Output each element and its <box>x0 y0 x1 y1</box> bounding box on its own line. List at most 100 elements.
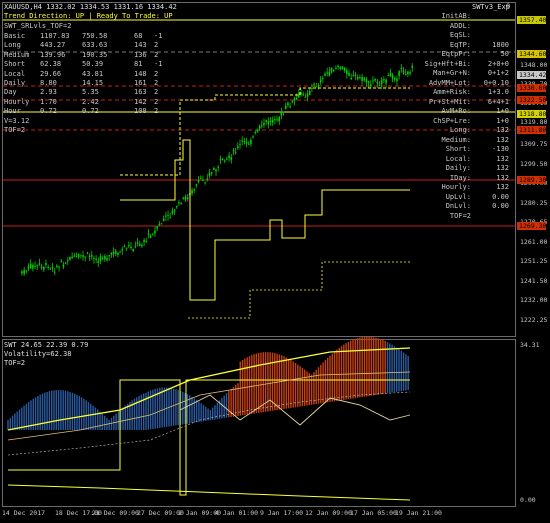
candle-body <box>62 264 65 267</box>
candle-body <box>49 268 52 270</box>
sub-lower-envelope <box>7 484 411 501</box>
info-row: EqtpPr: 50 <box>0 50 515 59</box>
candle-body <box>143 239 145 243</box>
info-row: AdvMM+Lot: 0+0.10 <box>0 79 515 88</box>
candle-body <box>160 223 163 225</box>
candle-body <box>58 266 60 268</box>
info-value: 0+1+2 <box>487 69 509 77</box>
candle-body <box>119 251 121 253</box>
volatility-label: Volatility=62.38 <box>4 350 72 358</box>
info-row: Pr+St+Mit: 6+4+1 <box>0 98 515 107</box>
lower-band-dashed-line <box>188 261 410 319</box>
info-label: ADDL: <box>449 21 471 30</box>
info-value: 132 <box>496 126 509 134</box>
info-value: 132 <box>496 154 509 163</box>
time-tick: 12 Jan 09:00 <box>305 509 352 517</box>
price-tick: 1299.50 <box>520 159 548 168</box>
info-row: ChSP+Lre: 1+0 <box>0 117 515 126</box>
candle-body <box>27 266 30 269</box>
info-row: Daily: 132 <box>0 164 515 173</box>
info-row: Short: -130 <box>0 145 515 154</box>
info-value: 0.00 <box>492 202 509 210</box>
info-label: ChSP+Lre: <box>433 116 471 125</box>
candle-body <box>121 249 124 251</box>
candle-body <box>152 234 154 236</box>
info-row: Amm+Risk: 1+3.0 <box>0 88 515 97</box>
candle-body <box>53 271 56 273</box>
time-tick: 19 Jan 21:00 <box>395 509 442 517</box>
info-value: 1+0 <box>496 116 509 125</box>
info-row: IDay: 132 <box>0 174 515 183</box>
info-label: Pr+St+Mit: <box>428 97 471 106</box>
candle-body <box>99 256 102 261</box>
time-tick: 4 Jan 01:00 <box>215 509 259 517</box>
candle-body <box>93 257 95 259</box>
candle-body <box>138 243 141 246</box>
candle-body <box>130 246 132 249</box>
candle-body <box>106 258 108 261</box>
time-axis: 14 Dec 2017 18 Dec 17:00 21 Dec 09:00 27 De… <box>0 509 550 521</box>
info-label: Man+Gr+N: <box>433 69 471 77</box>
time-tick: 27 Dec 09:00 <box>137 509 184 517</box>
info-value: 6+4+1 <box>487 97 509 106</box>
info-label: AvM+Ro: <box>441 107 471 115</box>
candle-body <box>101 257 104 259</box>
info-value: 132 <box>496 135 509 144</box>
candle-body <box>147 233 150 235</box>
info-row: EqTP: 1800 <box>0 41 515 50</box>
info-row: ADDL: <box>0 22 515 31</box>
price-tag: 1318.80 <box>517 110 547 118</box>
candle-body <box>80 254 82 256</box>
candle-body <box>23 269 25 274</box>
candle-body <box>90 255 93 257</box>
info-row: Man+Gr+N: 0+1+2 <box>0 69 515 78</box>
info-label: EqtpPr: <box>441 50 471 58</box>
price-tag: 1289.30 <box>517 176 547 184</box>
info-label: Hourly: <box>441 183 471 191</box>
info-label: InitAB: <box>441 12 471 20</box>
candle-body <box>47 267 49 269</box>
candle-body <box>73 255 76 257</box>
candle-body <box>132 248 134 251</box>
candle-body <box>154 230 156 234</box>
info-value: 132 <box>496 164 509 172</box>
candle-body <box>71 256 73 259</box>
info-label: EqSL: <box>449 31 471 39</box>
info-value: 2+0+0 <box>487 59 509 68</box>
info-value: 50 <box>500 50 509 58</box>
info-row: DnLvl: 0.00 <box>0 202 515 211</box>
price-tick: 1261.00 <box>520 238 548 247</box>
candle-body <box>117 252 119 256</box>
candle-body <box>56 265 58 268</box>
sub-tof-label: TOF=2 <box>4 359 26 367</box>
info-row: AvM+Ro: 1+0 <box>0 107 515 116</box>
sub-title-line: SWT 24.65 22.39 0.79 <box>4 341 89 349</box>
info-value: -130 <box>492 145 509 153</box>
candle-body <box>34 266 36 268</box>
price-tick: 1309.75 <box>520 139 548 148</box>
time-tick: 21 Dec 09:00 <box>92 509 139 517</box>
time-tick: 17 Jan 05:00 <box>350 509 397 517</box>
candle-body <box>156 226 158 229</box>
info-value: 0+0.10 <box>483 78 509 87</box>
info-label: Medium: <box>441 135 471 144</box>
candle-body <box>95 258 97 260</box>
info-value: 132 <box>496 183 509 191</box>
candle-body <box>21 271 23 274</box>
info-row: Local: 132 <box>0 155 515 164</box>
candle-body <box>69 256 71 261</box>
price-tick: 1348.00 <box>520 61 548 70</box>
price-tag: 1322.50 <box>517 96 547 104</box>
time-tick: 14 Dec 2017 <box>2 509 46 517</box>
candle-body <box>104 256 106 260</box>
candle-body <box>84 256 87 258</box>
candle-body <box>136 242 139 244</box>
candle-body <box>112 251 115 255</box>
price-tag: 1311.80 <box>517 126 547 134</box>
symbol-ohlc-line: XAUUSD,H4 1332.02 1334.53 1331.16 1334.4… <box>4 3 177 11</box>
candle-body <box>36 265 39 267</box>
candle-body <box>149 235 152 238</box>
info-value: 0.00 <box>492 192 509 201</box>
price-tick: 1251.25 <box>520 257 548 266</box>
price-tick: 1280.25 <box>520 199 548 207</box>
